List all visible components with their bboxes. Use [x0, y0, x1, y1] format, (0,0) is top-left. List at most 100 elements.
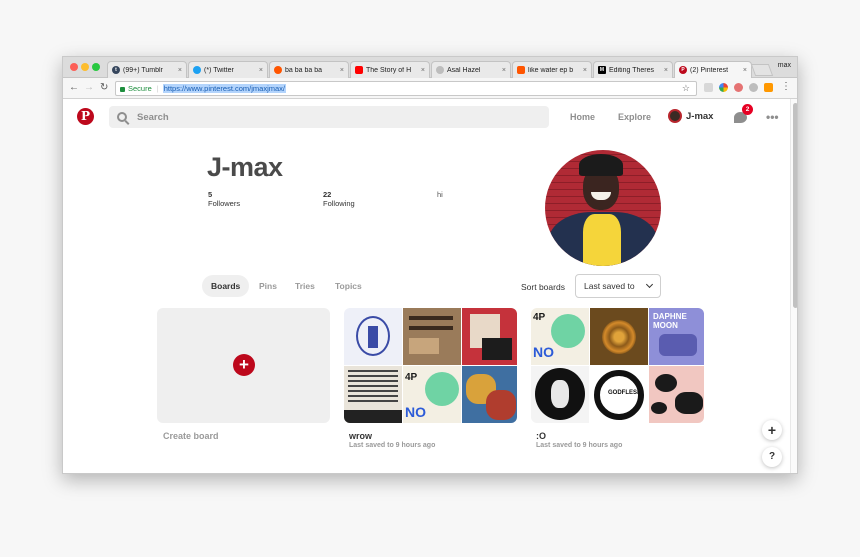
board-title[interactable]: :O: [536, 431, 546, 441]
secure-indicator[interactable]: Secure: [120, 84, 152, 93]
tab-twitter[interactable]: (*) Twitter ×: [188, 61, 268, 78]
tab-asal-hazel[interactable]: Asal Hazel ×: [431, 61, 511, 78]
close-tab-icon[interactable]: ×: [259, 67, 263, 74]
medium-icon: M: [598, 66, 606, 74]
user-profile-link[interactable]: J-max: [668, 109, 713, 123]
followers-label: Followers: [208, 199, 241, 208]
tab-strip: t (99+) Tumblr × (*) Twitter × ba ba ba …: [63, 57, 797, 78]
nav-explore[interactable]: Explore: [618, 112, 651, 122]
tab-pinterest[interactable]: P (2) Pinterest ×: [674, 61, 752, 78]
pinterest-logo[interactable]: P: [77, 108, 94, 125]
close-window-button[interactable]: [70, 63, 78, 71]
browser-profile-name[interactable]: max: [778, 62, 791, 69]
close-tab-icon[interactable]: ×: [583, 67, 587, 74]
tab-title: (2) Pinterest: [690, 66, 729, 74]
extension-icon[interactable]: [749, 83, 758, 92]
nav-home[interactable]: Home: [570, 112, 595, 122]
following-count: 22: [323, 190, 332, 199]
lock-icon: [120, 87, 125, 92]
username: J-max: [686, 110, 714, 122]
browser-window: t (99+) Tumblr × (*) Twitter × ba ba ba …: [62, 56, 798, 474]
tab-title: like water ep b: [528, 66, 574, 74]
tab-medium[interactable]: M Editing Theres ×: [593, 61, 673, 78]
new-tab-button[interactable]: [750, 64, 774, 76]
back-arrow-icon[interactable]: ←: [69, 82, 79, 94]
browser-menu-icon[interactable]: ⋮: [781, 81, 791, 92]
minimize-window-button[interactable]: [81, 63, 89, 71]
extension-icon[interactable]: [704, 83, 713, 92]
tab-tries[interactable]: Tries: [286, 275, 324, 297]
board-last-saved: Last saved to 9 hours ago: [536, 442, 623, 449]
board-thumbnail: [462, 366, 517, 423]
chrome-extension-icon[interactable]: [719, 83, 728, 92]
close-tab-icon[interactable]: ×: [421, 67, 425, 74]
generic-page-icon: [436, 66, 444, 74]
reload-icon[interactable]: ↻: [100, 82, 108, 94]
following-stat[interactable]: 22 Following: [323, 190, 355, 208]
site-header: P Search Home Explore J-max 2 •••: [63, 99, 789, 135]
bookmark-star-icon[interactable]: ☆: [682, 83, 690, 94]
tab-soundcloud-1[interactable]: ba ba ba ba ×: [269, 61, 349, 78]
search-input[interactable]: Search: [109, 106, 549, 128]
board-last-saved: Last saved to 9 hours ago: [349, 442, 436, 449]
tab-title: Editing Theres: [609, 66, 655, 74]
profile-name: J-max: [207, 152, 283, 182]
notification-badge: 2: [742, 104, 753, 115]
sort-boards-label: Sort boards: [521, 282, 565, 292]
close-tab-icon[interactable]: ×: [743, 67, 747, 74]
board-card-o[interactable]: NO 4P DAPHNE MOON GODFLESH: [531, 308, 704, 423]
followers-count: 5: [208, 190, 213, 199]
forward-arrow-icon[interactable]: →: [84, 82, 94, 94]
tab-topics[interactable]: Topics: [326, 275, 371, 297]
scrollbar-thumb[interactable]: [793, 103, 797, 308]
tab-title: (99+) Tumblr: [123, 66, 163, 74]
create-board-label[interactable]: Create board: [163, 431, 219, 441]
youtube-icon: [355, 66, 363, 74]
close-tab-icon[interactable]: ×: [178, 67, 182, 74]
secure-label: Secure: [128, 84, 152, 93]
add-icon: +: [233, 354, 255, 376]
tab-tumblr[interactable]: t (99+) Tumblr ×: [107, 61, 187, 78]
tab-title: ba ba ba ba: [285, 66, 322, 74]
pinterest-icon: P: [679, 66, 687, 74]
close-tab-icon[interactable]: ×: [502, 67, 506, 74]
twitter-icon: [193, 66, 201, 74]
board-thumbnail: [462, 308, 517, 365]
board-thumbnail: [344, 366, 402, 423]
page-scrollbar[interactable]: [790, 99, 797, 473]
board-thumbnail: NO 4P: [403, 366, 461, 423]
chevron-down-icon: [645, 280, 654, 289]
extension-icon[interactable]: [734, 83, 743, 92]
create-board-card[interactable]: +: [157, 308, 330, 423]
extension-icon[interactable]: [764, 83, 773, 92]
url-text[interactable]: https://www.pinterest.com/jmaxjmax/: [162, 84, 287, 93]
tumblr-icon: t: [112, 66, 120, 74]
tab-soundcloud-2[interactable]: like water ep b ×: [512, 61, 592, 78]
separator: |: [156, 84, 159, 93]
avatar: [668, 109, 682, 123]
search-placeholder: Search: [137, 111, 169, 123]
board-thumbnail: [590, 308, 648, 365]
board-thumbnail: [649, 366, 704, 423]
board-card-wrow[interactable]: NO 4P: [344, 308, 517, 423]
add-button[interactable]: +: [762, 420, 782, 440]
browser-toolbar: ← → ↻ Secure | https://www.pinterest.com…: [63, 78, 797, 99]
profile-bio: hi: [437, 190, 443, 199]
sort-boards-dropdown[interactable]: Last saved to: [575, 274, 661, 298]
followers-stat[interactable]: 5 Followers: [208, 190, 240, 208]
tab-boards[interactable]: Boards: [202, 275, 250, 297]
board-thumbnail: [531, 366, 589, 423]
tab-title: Asal Hazel: [447, 66, 481, 74]
address-bar[interactable]: Secure | https://www.pinterest.com/jmaxj…: [115, 81, 697, 96]
help-button[interactable]: ?: [762, 447, 782, 467]
board-title[interactable]: wrow: [349, 431, 372, 441]
profile-avatar: [545, 150, 661, 266]
board-thumbnail: GODFLESH: [590, 366, 648, 423]
close-tab-icon[interactable]: ×: [340, 67, 344, 74]
tab-pins[interactable]: Pins: [250, 275, 286, 297]
more-options-icon[interactable]: •••: [766, 110, 779, 124]
tab-youtube[interactable]: The Story of H ×: [350, 61, 430, 78]
sort-selected-value: Last saved to: [584, 281, 635, 291]
close-tab-icon[interactable]: ×: [664, 67, 668, 74]
maximize-window-button[interactable]: [92, 63, 100, 71]
